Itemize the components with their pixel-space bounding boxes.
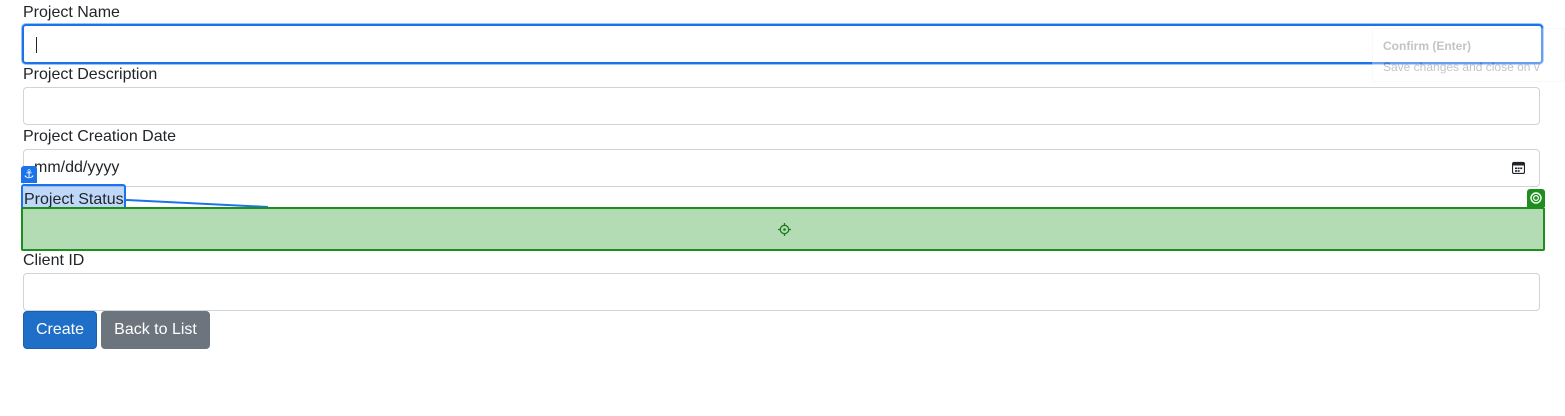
project-description-input[interactable] [23,87,1540,125]
target-badge[interactable] [1527,189,1545,207]
calendar-icon[interactable] [1512,161,1525,174]
create-button[interactable]: Create [23,311,97,349]
project-status-input-drop-zone[interactable] [21,207,1545,251]
text-caret [36,37,37,53]
back-to-list-button[interactable]: Back to List [101,311,210,349]
create-project-page: Project Name Confirm (Enter) Save change… [0,0,1565,416]
date-placeholder: mm/dd/yyyy [34,159,120,176]
project-name-label: Project Name [23,4,120,21]
project-description-label: Project Description [23,66,158,83]
confirm-tooltip: Confirm (Enter) Save changes and close o… [1372,28,1565,82]
client-id-input[interactable] [23,273,1540,311]
project-name-input[interactable] [22,24,1543,64]
target-icon [1530,192,1542,204]
client-id-label: Client ID [23,252,85,269]
project-creation-date-label: Project Creation Date [23,128,176,145]
project-creation-date-input[interactable]: mm/dd/yyyy [23,149,1540,187]
tooltip-title: Confirm (Enter) [1383,39,1471,53]
anchor-icon[interactable]: ⚓ [21,166,37,183]
crosshair-icon [778,223,791,236]
tooltip-description: Save changes and close on v [1383,60,1540,74]
